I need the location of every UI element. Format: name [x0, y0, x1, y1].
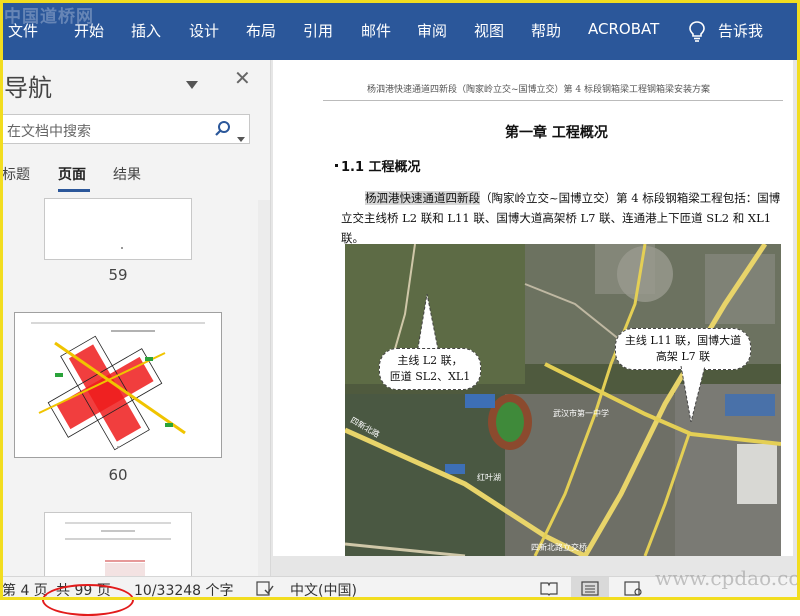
tab-references[interactable]: 引用 — [303, 20, 333, 41]
tab-acrobat[interactable]: ACROBAT — [588, 20, 659, 38]
callout-right-line1: 主线 L11 联，国博大道 — [624, 334, 742, 347]
thumbnail-drawing — [65, 522, 171, 576]
tab-home[interactable]: 开始 — [74, 20, 104, 41]
tab-results[interactable]: 结果 — [113, 164, 141, 184]
tab-layout[interactable]: 布局 — [246, 20, 276, 41]
document-page[interactable]: 杨泗港快速通道四新段（陶家岭立交~国博立交）第 4 标段钢箱梁工程钢箱梁安装方案… — [273, 60, 793, 556]
thumb-page-mark — [121, 247, 123, 249]
map-lake-label: 红叶湖 — [477, 473, 501, 482]
close-icon[interactable]: ✕ — [234, 66, 251, 90]
status-page-number[interactable]: 第 4 页 — [2, 580, 48, 600]
callout-right-line2: 高架 L7 联 — [655, 350, 711, 363]
search-placeholder: 在文档中搜索 — [7, 124, 91, 140]
tab-view[interactable]: 视图 — [474, 20, 504, 41]
callout-left-line2: 匝道 SL2、XL1 — [389, 370, 471, 383]
map-interchange-label: 四新北路立交桥 — [531, 543, 587, 552]
search-icon[interactable] — [214, 120, 232, 142]
thumbnail-drawing — [31, 322, 205, 451]
thumbnail-page-number: 60 — [108, 466, 128, 484]
annotation-circle — [42, 584, 134, 616]
highlighted-text: 杨泗港快速通道四新段 — [365, 191, 480, 205]
header-rule — [323, 100, 783, 101]
active-tab-indicator — [58, 189, 90, 192]
pane-options-icon[interactable] — [186, 74, 198, 93]
tab-insert[interactable]: 插入 — [131, 20, 161, 41]
callout-left-line1: 主线 L2 联， — [397, 354, 463, 367]
paragraph-mark — [335, 164, 338, 167]
status-word-count[interactable]: 10/33248 个字 — [134, 580, 234, 600]
ribbon-tab-bar: 中国道桥网 文件 开始 插入 设计 布局 引用 邮件 审阅 视图 帮助 ACRO… — [0, 0, 800, 60]
status-language[interactable]: 中文(中国) — [290, 580, 357, 600]
tab-file[interactable]: 文件 — [8, 20, 38, 41]
tab-help[interactable]: 帮助 — [531, 20, 561, 41]
thumbnail-page-number: 59 — [108, 266, 128, 284]
proofing-icon[interactable] — [256, 581, 274, 601]
callout-right: 主线 L11 联，国博大道 高架 L7 联 — [615, 328, 751, 370]
map-school-label: 武汉市第一中学 — [553, 409, 609, 418]
navigation-pane: 导航 ✕ 在文档中搜索 标题 页面 结果 59 60 — [0, 60, 271, 576]
read-mode-icon[interactable] — [540, 581, 558, 600]
tab-mailings[interactable]: 邮件 — [361, 20, 391, 41]
nav-pane-title: 导航 — [4, 74, 52, 102]
page-thumbnail-61[interactable] — [44, 512, 192, 576]
page-thumbnail-60[interactable] — [14, 312, 222, 458]
tell-me-search[interactable]: 告诉我 — [718, 20, 763, 41]
page-thumbnail-59[interactable] — [44, 198, 192, 260]
callout-pointer — [416, 294, 440, 354]
body-paragraph: 杨泗港快速通道四新段（陶家岭立交~国博立交）第 4 标段钢箱梁工程包括：国博立交… — [341, 188, 781, 248]
callout-pointer — [680, 366, 706, 422]
tab-pages[interactable]: 页面 — [58, 164, 86, 184]
tab-review[interactable]: 审阅 — [417, 20, 447, 41]
satellite-map-image: 四新北路 四新北路立交桥 武汉市第一中学 红叶湖 主线 L2 联， 匝道 SL2… — [345, 244, 781, 556]
callout-left: 主线 L2 联， 匝道 SL2、XL1 — [379, 348, 481, 390]
chapter-heading: 第一章 工程概况 — [505, 125, 608, 141]
tab-design[interactable]: 设计 — [189, 20, 219, 41]
web-layout-icon[interactable] — [624, 581, 642, 600]
tab-headings[interactable]: 标题 — [2, 164, 30, 184]
search-input[interactable]: 在文档中搜索 — [0, 114, 250, 144]
page-header: 杨泗港快速通道四新段（陶家岭立交~国博立交）第 4 标段钢箱梁工程钢箱梁安装方案 — [367, 85, 710, 95]
section-heading: 1.1 工程概况 — [341, 160, 421, 175]
site-watermark: www.cpdao.com — [655, 566, 800, 590]
document-canvas: 杨泗港快速通道四新段（陶家岭立交~国博立交）第 4 标段钢箱梁工程钢箱梁安装方案… — [271, 60, 800, 576]
chevron-down-icon[interactable] — [237, 127, 245, 146]
print-layout-button[interactable] — [571, 577, 609, 600]
nav-scrollbar[interactable] — [258, 200, 270, 576]
lightbulb-icon[interactable] — [688, 20, 706, 46]
